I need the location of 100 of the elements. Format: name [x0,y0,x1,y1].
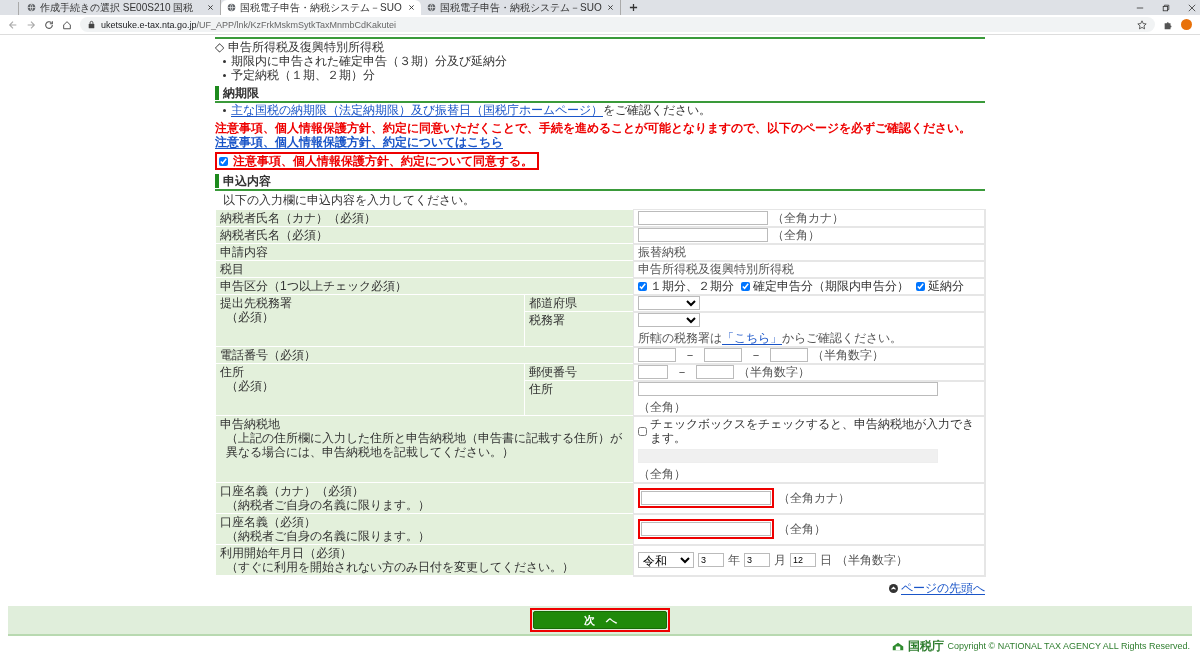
input-field[interactable] [638,348,676,362]
field-label: 口座名義（カナ）（必須） [220,484,365,498]
dash-text: － [750,348,762,362]
list-item-text: 予定納税（１期、２期）分 [231,68,375,82]
home-icon[interactable] [62,19,72,30]
checkbox-label: 延納分 [928,279,964,293]
agency-logo-icon [891,641,904,651]
puzzle-icon[interactable] [1163,19,1173,30]
hint-text: 申告所得税及復興特別所得税 [638,262,794,276]
input-field[interactable] [638,365,668,379]
input-field[interactable] [638,228,768,242]
tab-title: 国税電子申告・納税システム－SUO [240,1,403,14]
agree-label: 注意事項、個人情報保護方針、約定について同意する。 [233,154,533,168]
hint-text: （全角） [638,400,686,414]
field-label: 提出先税務署 [220,296,293,310]
dropdown[interactable] [638,296,700,310]
office-link[interactable]: 「こちら」 [722,331,782,345]
hint-text: （全角） [772,228,820,242]
hint-text: 日 [820,553,832,567]
field-note: （必須） [225,379,275,393]
globe-icon [227,3,236,12]
checkbox[interactable] [741,281,750,291]
sub-label: 住所 [524,380,634,416]
dropdown[interactable] [638,313,700,327]
field-label: 納税者氏名（カナ）（必須） [220,211,377,225]
tab-title: 国税電子申告・納税システム－SUO [440,1,603,14]
list-item-text: 主な国税の納期限（法定納期限）及び振替日（国税庁ホームページ）をご確認ください。 [231,103,711,117]
checkbox-label: １期分、２期分 [650,279,734,293]
field-note: （すぐに利用を開始されない方のみ日付を変更してください。） [225,560,575,574]
checkbox-label: チェックボックスをチェックすると、申告納税地が入力できます。 [650,417,975,445]
section-heading: 申込内容 [215,174,985,188]
input-field[interactable] [696,365,734,379]
field-label: 納税者氏名（必須） [220,228,329,242]
input-field[interactable] [638,382,938,396]
input-field[interactable]: 12 [790,553,816,567]
url-text: uketsuke.e-tax.nta.go.jp/UF_APP/lnk/KzFrkMskmSytkTaxMnmbCdKakutei [101,19,398,30]
field-note: （納税者ご自身の名義に限ります。） [225,529,431,543]
input-field[interactable]: 3 [698,553,724,567]
hint-text: （全角） [778,522,826,536]
hint-text: 年 [728,553,740,567]
tax-item-title: ◇ 申告所得税及復興特別所得税 [215,40,385,54]
field-label: 申請内容 [220,245,269,259]
sub-label: 税務署 [524,311,634,347]
field-label: 利用開始年月日（必須） [220,546,353,560]
input-field[interactable] [770,348,808,362]
close-icon[interactable] [408,4,415,11]
reload-icon[interactable] [44,19,54,30]
field-label: 申告区分（1つ以上チェック必須） [220,279,408,293]
hint-text: （半角数字） [812,348,884,362]
field-label: 住所 [220,365,245,379]
field-note: （上記の住所欄に入力した住所と申告納税地（申告書に記載する住所）が異なる場合には、申告納税地を記載してください。） [225,431,623,459]
agree-checkbox[interactable] [219,156,228,166]
hint-text: 振替納税 [638,245,686,259]
page-top-link[interactable]: ページの先頭へ [901,580,985,596]
hint-text: （全角） [638,467,686,481]
dash-text: － [684,348,696,362]
bullet-icon [223,59,226,63]
close-icon[interactable] [1188,3,1196,12]
checkbox[interactable] [916,281,925,291]
field-note: （必須） [225,310,275,324]
field-note: （納税者ご自身の名義に限ります。） [225,498,431,512]
notice-text: 注意事項、個人情報保護方針、約定に同意いただくことで、手続を進めることが可能となりますので、以下のページを必ずご確認ください。 [215,121,972,135]
agency-name: 国税庁 [907,639,944,653]
new-tab-icon[interactable] [629,3,638,12]
intro-text: 以下の入力欄に申込内容を入力してください。 [223,193,476,207]
checkbox[interactable] [638,426,647,436]
next-button[interactable]: 次 へ [533,611,667,629]
hint-text: （全角カナ） [772,211,844,225]
field-label: 口座名義（必須） [220,515,317,529]
terms-link[interactable]: 注意事項、個人情報保護方針、約定についてはこちら [215,135,503,149]
hint-text: 月 [774,553,786,567]
dash-text: － [676,365,688,379]
hint-text: （全角カナ） [778,491,850,505]
close-icon[interactable] [607,4,614,11]
checkbox-label: 確定申告分（期限内申告分） [753,279,909,293]
deadline-link[interactable]: 主な国税の納期限（法定納期限）及び振替日（国税庁ホームページ） [231,103,603,117]
hint-text: （半角数字） [738,365,810,379]
field-label: 税目 [220,262,245,276]
input-field[interactable] [638,211,768,225]
input-field[interactable] [704,348,742,362]
field-label: 電話番号（必須） [220,348,317,362]
browser-tab[interactable]: 国税電子申告・納税システム－SUO [221,0,421,15]
field-label: 申告納税地 [220,417,281,431]
up-arrow-icon[interactable] [889,583,898,593]
hint-text: （半角数字） [836,553,908,567]
section-heading: 納期限 [215,86,985,100]
avatar-icon[interactable] [1181,19,1192,30]
globe-icon [427,3,436,12]
input-field[interactable]: 3 [744,553,770,567]
copyright-text: Copyright © NATIONAL TAX AGENCY ALL Rights Reserved. [947,641,1190,651]
checkbox[interactable] [638,281,647,291]
restore-icon[interactable] [1162,3,1170,12]
tab-title: 作成手続きの選択 SE00S210 国税 [40,1,195,14]
bullet-icon [223,73,226,77]
dropdown[interactable]: 令和 [638,552,694,568]
star-icon[interactable] [1137,19,1147,30]
globe-icon [27,3,36,12]
close-icon[interactable] [207,4,214,11]
list-item-text: 期限内に申告された確定申告（３期）分及び延納分 [231,54,507,68]
address-bar[interactable]: uketsuke.e-tax.nta.go.jp/UF_APP/lnk/KzFrkMskmSytkTaxMnmbCdKakutei [80,17,1155,32]
